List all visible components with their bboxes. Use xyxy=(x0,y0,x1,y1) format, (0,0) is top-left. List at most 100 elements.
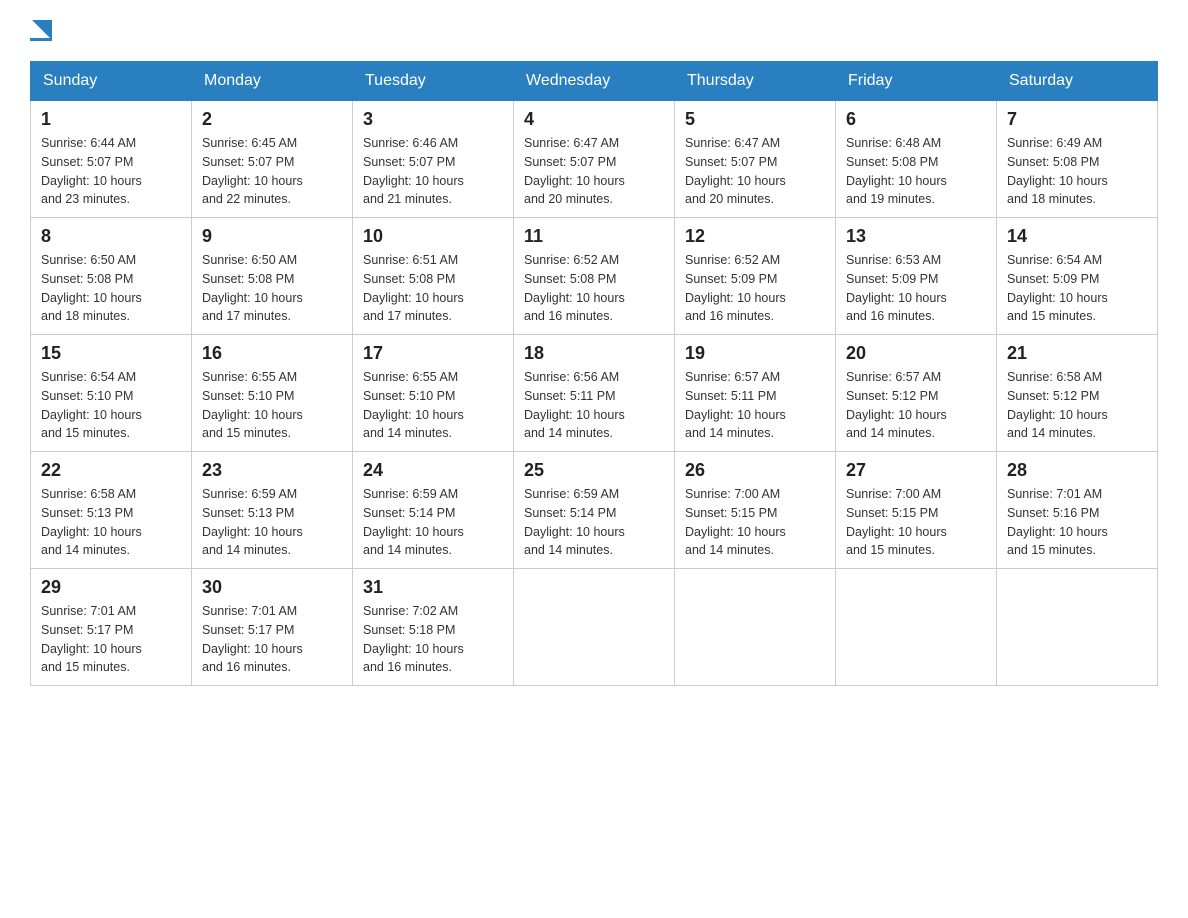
day-number: 19 xyxy=(685,343,825,364)
calendar-cell: 17 Sunrise: 6:55 AMSunset: 5:10 PMDayligh… xyxy=(353,335,514,452)
day-info: Sunrise: 6:55 AMSunset: 5:10 PMDaylight:… xyxy=(202,368,342,443)
day-number: 4 xyxy=(524,109,664,130)
calendar-cell: 23 Sunrise: 6:59 AMSunset: 5:13 PMDayligh… xyxy=(192,452,353,569)
day-number: 15 xyxy=(41,343,181,364)
calendar-cell: 25 Sunrise: 6:59 AMSunset: 5:14 PMDayligh… xyxy=(514,452,675,569)
day-of-week-header: Wednesday xyxy=(514,62,675,101)
day-number: 18 xyxy=(524,343,664,364)
calendar-table: SundayMondayTuesdayWednesdayThursdayFrid… xyxy=(30,61,1158,686)
day-number: 26 xyxy=(685,460,825,481)
day-info: Sunrise: 6:52 AMSunset: 5:09 PMDaylight:… xyxy=(685,251,825,326)
day-number: 2 xyxy=(202,109,342,130)
calendar-cell: 12 Sunrise: 6:52 AMSunset: 5:09 PMDayligh… xyxy=(675,218,836,335)
calendar-cell: 6 Sunrise: 6:48 AMSunset: 5:08 PMDaylight… xyxy=(836,101,997,218)
calendar-cell: 20Sunrise: 6:57 AMSunset: 5:12 PMDayligh… xyxy=(836,335,997,452)
calendar-cell: 24 Sunrise: 6:59 AMSunset: 5:14 PMDayligh… xyxy=(353,452,514,569)
day-of-week-header: Tuesday xyxy=(353,62,514,101)
calendar-cell: 8 Sunrise: 6:50 AMSunset: 5:08 PMDaylight… xyxy=(31,218,192,335)
day-info: Sunrise: 7:01 AMSunset: 5:16 PMDaylight:… xyxy=(1007,485,1147,560)
day-number: 7 xyxy=(1007,109,1147,130)
calendar-cell: 7Sunrise: 6:49 AMSunset: 5:08 PMDaylight… xyxy=(997,101,1158,218)
calendar-cell: 5 Sunrise: 6:47 AMSunset: 5:07 PMDaylight… xyxy=(675,101,836,218)
day-number: 8 xyxy=(41,226,181,247)
day-info: Sunrise: 6:57 AMSunset: 5:11 PMDaylight:… xyxy=(685,368,825,443)
day-info: Sunrise: 7:01 AMSunset: 5:17 PMDaylight:… xyxy=(202,602,342,677)
calendar-cell: 16 Sunrise: 6:55 AMSunset: 5:10 PMDayligh… xyxy=(192,335,353,452)
calendar-cell xyxy=(675,569,836,686)
day-info: Sunrise: 6:54 AMSunset: 5:09 PMDaylight:… xyxy=(1007,251,1147,326)
day-info: Sunrise: 6:59 AMSunset: 5:14 PMDaylight:… xyxy=(524,485,664,560)
day-info: Sunrise: 6:51 AMSunset: 5:08 PMDaylight:… xyxy=(363,251,503,326)
day-info: Sunrise: 6:58 AMSunset: 5:13 PMDaylight:… xyxy=(41,485,181,560)
day-number: 31 xyxy=(363,577,503,598)
day-info: Sunrise: 6:59 AMSunset: 5:13 PMDaylight:… xyxy=(202,485,342,560)
day-info: Sunrise: 7:00 AMSunset: 5:15 PMDaylight:… xyxy=(846,485,986,560)
day-info: Sunrise: 7:00 AMSunset: 5:15 PMDaylight:… xyxy=(685,485,825,560)
calendar-cell xyxy=(836,569,997,686)
day-number: 12 xyxy=(685,226,825,247)
page-header xyxy=(30,20,1158,41)
calendar-week-row: 8 Sunrise: 6:50 AMSunset: 5:08 PMDaylight… xyxy=(31,218,1158,335)
calendar-cell: 10Sunrise: 6:51 AMSunset: 5:08 PMDayligh… xyxy=(353,218,514,335)
day-number: 29 xyxy=(41,577,181,598)
day-info: Sunrise: 6:44 AMSunset: 5:07 PMDaylight:… xyxy=(41,134,181,209)
calendar-cell: 31 Sunrise: 7:02 AMSunset: 5:18 PMDayligh… xyxy=(353,569,514,686)
day-number: 30 xyxy=(202,577,342,598)
calendar-cell: 18 Sunrise: 6:56 AMSunset: 5:11 PMDayligh… xyxy=(514,335,675,452)
calendar-cell: 27 Sunrise: 7:00 AMSunset: 5:15 PMDayligh… xyxy=(836,452,997,569)
calendar-cell: 14Sunrise: 6:54 AMSunset: 5:09 PMDayligh… xyxy=(997,218,1158,335)
calendar-cell xyxy=(514,569,675,686)
day-info: Sunrise: 6:59 AMSunset: 5:14 PMDaylight:… xyxy=(363,485,503,560)
day-info: Sunrise: 7:01 AMSunset: 5:17 PMDaylight:… xyxy=(41,602,181,677)
calendar-week-row: 29 Sunrise: 7:01 AMSunset: 5:17 PMDayligh… xyxy=(31,569,1158,686)
calendar-cell: 22Sunrise: 6:58 AMSunset: 5:13 PMDayligh… xyxy=(31,452,192,569)
day-of-week-header: Thursday xyxy=(675,62,836,101)
day-info: Sunrise: 6:47 AMSunset: 5:07 PMDaylight:… xyxy=(685,134,825,209)
day-number: 3 xyxy=(363,109,503,130)
day-number: 17 xyxy=(363,343,503,364)
day-info: Sunrise: 6:50 AMSunset: 5:08 PMDaylight:… xyxy=(202,251,342,326)
calendar-cell: 1 Sunrise: 6:44 AMSunset: 5:07 PMDaylight… xyxy=(31,101,192,218)
day-info: Sunrise: 6:52 AMSunset: 5:08 PMDaylight:… xyxy=(524,251,664,326)
day-number: 16 xyxy=(202,343,342,364)
day-number: 13 xyxy=(846,226,986,247)
day-info: Sunrise: 6:53 AMSunset: 5:09 PMDaylight:… xyxy=(846,251,986,326)
calendar-cell: 26 Sunrise: 7:00 AMSunset: 5:15 PMDayligh… xyxy=(675,452,836,569)
day-info: Sunrise: 6:47 AMSunset: 5:07 PMDaylight:… xyxy=(524,134,664,209)
day-number: 25 xyxy=(524,460,664,481)
day-info: Sunrise: 6:58 AMSunset: 5:12 PMDaylight:… xyxy=(1007,368,1147,443)
calendar-cell: 2Sunrise: 6:45 AMSunset: 5:07 PMDaylight… xyxy=(192,101,353,218)
calendar-week-row: 22Sunrise: 6:58 AMSunset: 5:13 PMDayligh… xyxy=(31,452,1158,569)
calendar-cell: 28 Sunrise: 7:01 AMSunset: 5:16 PMDayligh… xyxy=(997,452,1158,569)
day-number: 27 xyxy=(846,460,986,481)
day-info: Sunrise: 7:02 AMSunset: 5:18 PMDaylight:… xyxy=(363,602,503,677)
day-number: 24 xyxy=(363,460,503,481)
calendar-cell: 19 Sunrise: 6:57 AMSunset: 5:11 PMDayligh… xyxy=(675,335,836,452)
day-of-week-header: Monday xyxy=(192,62,353,101)
day-number: 1 xyxy=(41,109,181,130)
calendar-week-row: 15 Sunrise: 6:54 AMSunset: 5:10 PMDayligh… xyxy=(31,335,1158,452)
calendar-cell: 30 Sunrise: 7:01 AMSunset: 5:17 PMDayligh… xyxy=(192,569,353,686)
day-number: 28 xyxy=(1007,460,1147,481)
calendar-cell: 29 Sunrise: 7:01 AMSunset: 5:17 PMDayligh… xyxy=(31,569,192,686)
day-number: 6 xyxy=(846,109,986,130)
day-number: 5 xyxy=(685,109,825,130)
day-info: Sunrise: 6:55 AMSunset: 5:10 PMDaylight:… xyxy=(363,368,503,443)
calendar-cell: 21 Sunrise: 6:58 AMSunset: 5:12 PMDayligh… xyxy=(997,335,1158,452)
logo-blue-text xyxy=(30,36,52,41)
day-number: 20 xyxy=(846,343,986,364)
day-info: Sunrise: 6:50 AMSunset: 5:08 PMDaylight:… xyxy=(41,251,181,326)
calendar-cell xyxy=(997,569,1158,686)
day-of-week-header: Friday xyxy=(836,62,997,101)
day-info: Sunrise: 6:48 AMSunset: 5:08 PMDaylight:… xyxy=(846,134,986,209)
day-of-week-header: Sunday xyxy=(31,62,192,101)
day-of-week-header: Saturday xyxy=(997,62,1158,101)
day-number: 21 xyxy=(1007,343,1147,364)
calendar-cell: 15 Sunrise: 6:54 AMSunset: 5:10 PMDayligh… xyxy=(31,335,192,452)
day-info: Sunrise: 6:56 AMSunset: 5:11 PMDaylight:… xyxy=(524,368,664,443)
logo xyxy=(30,20,52,41)
calendar-cell: 13 Sunrise: 6:53 AMSunset: 5:09 PMDayligh… xyxy=(836,218,997,335)
day-info: Sunrise: 6:54 AMSunset: 5:10 PMDaylight:… xyxy=(41,368,181,443)
day-number: 23 xyxy=(202,460,342,481)
day-number: 11 xyxy=(524,226,664,247)
